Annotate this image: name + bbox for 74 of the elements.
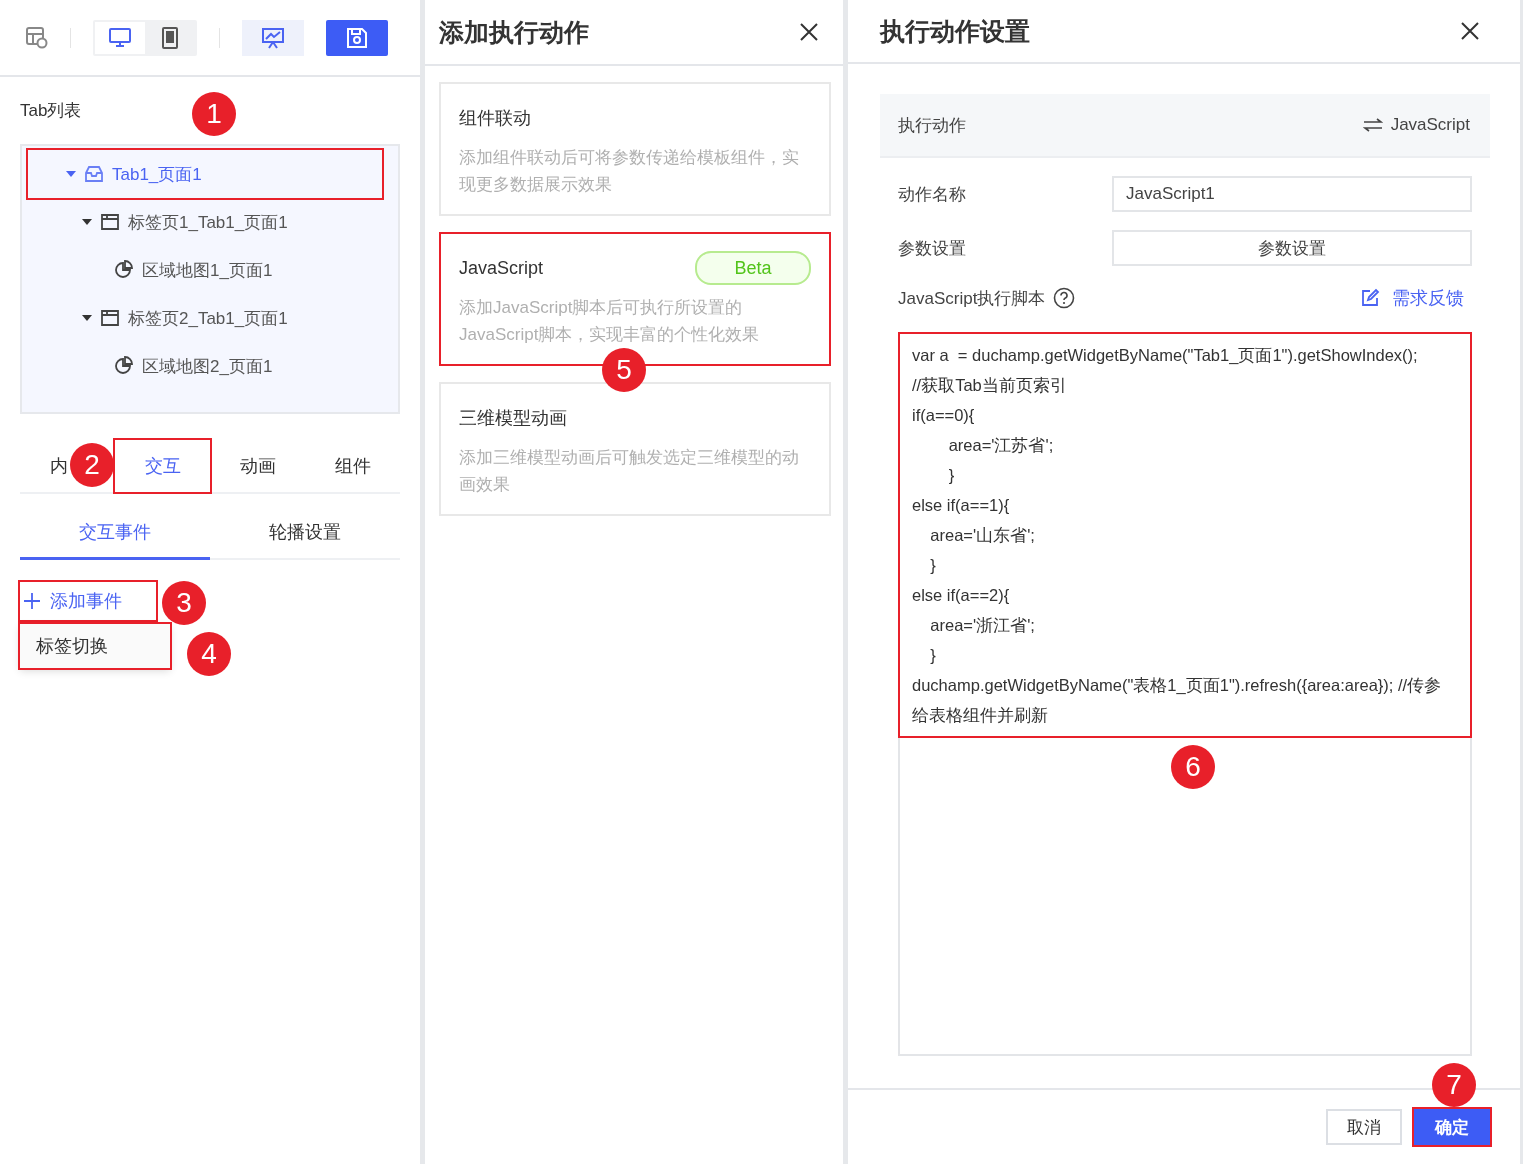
presentation-chart-icon xyxy=(261,26,285,49)
sub-tab[interactable]: 轮播设置 xyxy=(210,506,400,560)
code-line: //获取Tab当前页索引 xyxy=(912,375,1068,396)
card-title: JavaScript xyxy=(459,257,544,279)
card-description: 添加三维模型动画后可触发选定三维模型的动画效果 xyxy=(459,447,800,496)
script-editor[interactable] xyxy=(898,332,1472,1056)
code-line: if(a==0){ xyxy=(912,405,976,426)
card-title: 三维模型动画 xyxy=(459,407,567,430)
tree-item-label: Tab1_页面1 xyxy=(112,163,202,186)
confirm-button[interactable]: 确定 xyxy=(1414,1109,1490,1145)
tree-item-label: 区域地图2_页面1 xyxy=(142,355,273,378)
action-card[interactable]: 组件联动 添加组件联动后可将参数传递给模板组件，实现更多数据展示效果 xyxy=(439,82,831,216)
field-label: 参数设置 xyxy=(898,237,966,260)
code-line: else if(a==2){ xyxy=(912,585,1011,606)
panel-tab[interactable]: 组件 xyxy=(305,440,400,492)
code-line: area='江苏省'; xyxy=(947,435,1055,456)
tree-item[interactable]: 区域地图1_页面1 xyxy=(28,246,382,294)
panel-tab[interactable]: 动画 xyxy=(210,440,305,492)
action-type-label: 执行动作 xyxy=(898,114,966,137)
tab-list-title: Tab列表 xyxy=(20,100,82,122)
plus-icon xyxy=(24,593,40,609)
help-icon[interactable] xyxy=(1053,287,1076,309)
cancel-button[interactable]: 取消 xyxy=(1326,1109,1402,1145)
caret-icon[interactable] xyxy=(82,314,92,322)
code-line: duchamp.getWidgetByName("表格1_页面1").refresh({area:area}); //传参给表格组件并刷新 xyxy=(912,675,1443,726)
desktop-view-button[interactable] xyxy=(95,21,145,54)
code-line: area='山东省'; xyxy=(929,525,1036,546)
widget-settings-icon[interactable] xyxy=(26,26,48,49)
folder-tab-icon xyxy=(100,213,120,231)
code-line: } xyxy=(947,465,956,486)
code-line: area='浙江省'; xyxy=(929,615,1036,636)
preview-button[interactable] xyxy=(242,19,304,56)
add-event-button[interactable]: 添加事件 xyxy=(20,582,156,620)
beta-badge: Beta xyxy=(695,251,811,285)
close-icon[interactable] xyxy=(1460,21,1480,41)
card-description: 添加组件联动后可将参数传递给模板组件，实现更多数据展示效果 xyxy=(459,147,800,196)
action-type-value: JavaScript xyxy=(1390,115,1470,135)
switch-icon[interactable] xyxy=(1362,118,1383,132)
edit-icon xyxy=(1360,288,1380,308)
card-description: 添加JavaScript脚本后可执行所设置的JavaScript脚本，实现丰富的个性化效果 xyxy=(459,297,761,346)
monitor-icon xyxy=(109,27,131,48)
parameter-settings-button[interactable]: 参数设置 xyxy=(1112,230,1472,266)
panel-tab[interactable]: 交互 xyxy=(115,440,210,492)
tree-item-label: 区域地图1_页面1 xyxy=(142,259,273,282)
pie-chart-icon xyxy=(114,356,134,376)
tree-item-label: 标签页2_Tab1_页面1 xyxy=(128,307,288,330)
tree-item[interactable]: Tab1_页面1 xyxy=(28,150,382,198)
close-icon[interactable] xyxy=(799,22,819,42)
code-line: } xyxy=(929,555,937,576)
code-line: else if(a==1){ xyxy=(912,495,1011,516)
tray-icon xyxy=(84,165,104,183)
tree-item-label: 标签页1_Tab1_页面1 xyxy=(128,211,288,234)
tablet-icon xyxy=(162,26,178,49)
tree-item[interactable]: 标签页1_Tab1_页面1 xyxy=(28,198,382,246)
field-label: 动作名称 xyxy=(898,183,966,206)
sub-tab[interactable]: 交互事件 xyxy=(20,506,210,560)
script-label: JavaScript执行脚本 xyxy=(898,287,1046,310)
menu-item[interactable]: 标签切换 xyxy=(20,624,170,668)
folder-tab-icon xyxy=(100,309,120,327)
pie-chart-icon xyxy=(114,260,134,280)
tree-item[interactable]: 标签页2_Tab1_页面1 xyxy=(28,294,382,342)
code-line: } xyxy=(929,645,937,666)
code-line: var a = duchamp.getWidgetByName("Tab1_页面1").getShowIndex(); xyxy=(912,345,1419,366)
save-icon xyxy=(346,26,368,49)
panel-tab[interactable]: 内 xyxy=(20,440,68,492)
caret-icon[interactable] xyxy=(82,218,92,226)
action-card[interactable]: 三维模型动画 添加三维模型动画后可触发选定三维模型的动画效果 xyxy=(439,382,831,516)
dialog-title: 添加执行动作 xyxy=(439,16,589,48)
tree-item[interactable]: 区域地图2_页面1 xyxy=(28,342,382,390)
save-button[interactable] xyxy=(326,19,388,56)
feedback-link[interactable]: 需求反馈 xyxy=(1360,286,1464,310)
action-name-input[interactable]: JavaScript1 xyxy=(1112,176,1472,212)
card-title: 组件联动 xyxy=(459,107,531,130)
dialog-title: 执行动作设置 xyxy=(880,15,1030,47)
